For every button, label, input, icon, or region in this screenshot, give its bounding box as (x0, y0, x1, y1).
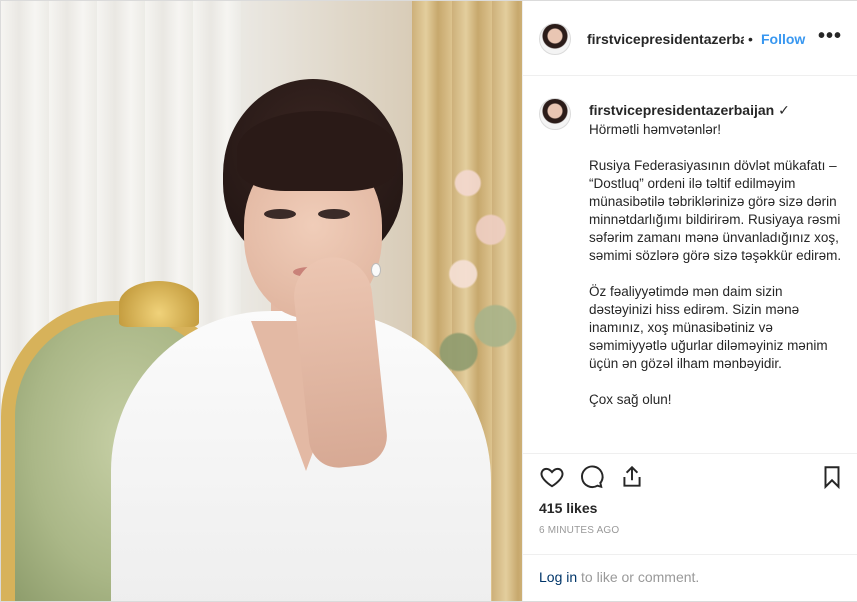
post-side-panel: firstvicepresidentazerbaij • Follow ••• … (522, 1, 857, 601)
share-icon[interactable] (619, 464, 647, 492)
caption-paragraph: Çox sağ olun! (589, 392, 672, 407)
caption-paragraph: Hörmətli həmvətənlər! (589, 122, 722, 137)
comment-icon[interactable] (579, 464, 607, 492)
caption-paragraph: Öz fəaliyyətimdə mən daim sizin dəstəyin… (589, 284, 828, 371)
login-prompt: Log in to like or comment. (523, 554, 857, 602)
photo-bangs (237, 111, 397, 191)
follow-button[interactable]: Follow (761, 31, 805, 47)
caption-paragraph: Rusiya Federasiyasının dövlət mükafatı –… (589, 158, 842, 263)
login-prompt-text: to like or comment. (577, 569, 700, 585)
more-icon[interactable]: ••• (818, 25, 842, 48)
photo-flowers (431, 131, 522, 391)
caption-username[interactable]: firstvicepresidentazerbaijan (589, 102, 774, 118)
photo-eye-left (264, 209, 296, 219)
photo-eye-right (318, 209, 350, 219)
post-timestamp: 6 MINUTES AGO (539, 525, 620, 536)
bookmark-icon[interactable] (819, 464, 847, 492)
heart-icon[interactable] (539, 464, 567, 492)
photo-earring (371, 263, 381, 277)
likes-count[interactable]: 415 likes (539, 500, 597, 516)
post-actions: 415 likes 6 MINUTES AGO Log in to like o… (523, 453, 857, 601)
header-separator: • (748, 31, 753, 47)
photo-chair-crest (119, 281, 199, 327)
login-link[interactable]: Log in (539, 569, 577, 585)
instagram-post: firstvicepresidentazerbaij • Follow ••• … (0, 0, 857, 602)
caption-username-row: firstvicepresidentazerbaijan ✓ (589, 102, 790, 119)
post-caption: firstvicepresidentazerbaijan ✓ Hörmətli … (523, 76, 857, 453)
header-username[interactable]: firstvicepresidentazerbaij (587, 31, 744, 47)
verified-badge-icon: ✓ (778, 102, 790, 118)
avatar[interactable] (539, 23, 571, 55)
caption-text: Hörmətli həmvətənlər! Rusiya Federasiyas… (589, 121, 844, 427)
post-photo[interactable] (1, 1, 522, 601)
caption-avatar[interactable] (539, 98, 571, 130)
post-header: firstvicepresidentazerbaij • Follow ••• (523, 1, 857, 76)
